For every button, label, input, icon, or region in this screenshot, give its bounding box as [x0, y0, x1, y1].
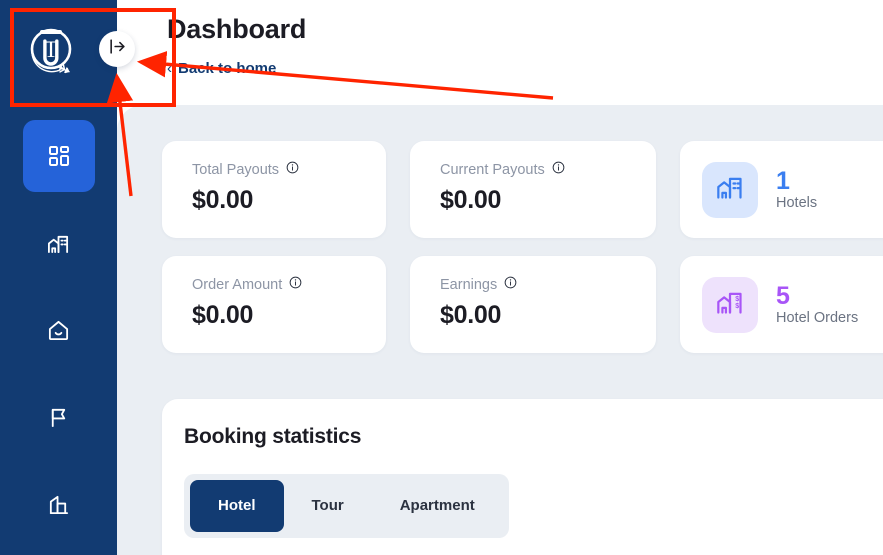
count-label: Hotel Orders — [776, 310, 859, 327]
expand-sidebar-button[interactable] — [99, 31, 135, 67]
travel-t-airplane-logo-icon: T — [30, 28, 72, 73]
dashboard-grid-icon — [47, 144, 71, 168]
count-text: 5 Hotel Orders — [776, 281, 859, 327]
hotel-icon — [716, 173, 744, 206]
count-card-hotels: 1 Hotels — [680, 141, 883, 238]
home-icon — [47, 319, 70, 342]
sidebar-item-apartments[interactable] — [23, 468, 95, 540]
booking-type-tabs: Hotel Tour Apartment — [184, 474, 509, 538]
stat-card-order-amount: Order Amount $0.00 — [162, 256, 386, 353]
stat-label-text: Total Payouts — [192, 161, 280, 178]
tab-hotel[interactable]: Hotel — [190, 480, 284, 532]
chevron-left-icon: ‹ — [167, 60, 172, 77]
stat-label-text: Earnings — [440, 276, 498, 293]
stat-card-earnings: Earnings $0.00 — [410, 256, 656, 353]
svg-text:$: $ — [735, 303, 739, 310]
back-to-home-link[interactable]: ‹ Back to home — [167, 60, 276, 77]
stat-value: $0.00 — [192, 301, 254, 329]
stat-label-text: Order Amount — [192, 276, 283, 293]
stat-value: $0.00 — [192, 186, 254, 214]
tab-apartment[interactable]: Apartment — [372, 480, 503, 532]
count-label: Hotels — [776, 195, 818, 212]
svg-text:$: $ — [735, 296, 739, 303]
stat-value: $0.00 — [440, 301, 502, 329]
sidebar-item-dashboard[interactable] — [22, 120, 95, 192]
stat-label: Total Payouts — [192, 161, 364, 178]
info-icon[interactable] — [289, 276, 302, 293]
stat-value: $0.00 — [440, 186, 502, 214]
count-text: 1 Hotels — [776, 166, 818, 212]
hotel-orders-icon-badge: $ $ — [702, 276, 758, 333]
back-to-home-label: Back to home — [178, 60, 277, 77]
stat-label: Order Amount — [192, 276, 364, 293]
stat-label: Earnings — [440, 276, 634, 293]
page-title: Dashboard — [167, 14, 307, 44]
svg-text:T: T — [44, 37, 58, 62]
count-card-hotel-orders: $ $ 5 Hotel Orders — [680, 256, 883, 353]
tab-tour[interactable]: Tour — [284, 480, 372, 532]
stat-label: Current Payouts — [440, 161, 634, 178]
sidebar-item-tours[interactable] — [23, 381, 95, 453]
sidebar: T — [0, 0, 117, 555]
booking-statistics-title: Booking statistics — [184, 425, 362, 448]
booking-statistics-panel: Booking statistics Hotel Tour Apartment — [162, 399, 883, 555]
hotel-orders-icon: $ $ — [716, 288, 744, 321]
stat-card-current-payouts: Current Payouts $0.00 — [410, 141, 656, 238]
stat-label-text: Current Payouts — [440, 161, 545, 178]
main-content: Total Payouts $0.00 Current Payouts $0.0… — [117, 105, 883, 555]
count-number: 1 — [776, 166, 790, 195]
sidebar-item-hotels[interactable] — [23, 207, 95, 279]
expand-sidebar-icon — [108, 37, 127, 61]
info-icon[interactable] — [286, 161, 299, 178]
info-icon[interactable] — [552, 161, 565, 178]
info-icon[interactable] — [504, 276, 517, 293]
count-number: 5 — [776, 281, 790, 310]
sidebar-nav — [0, 105, 117, 540]
page-header: Dashboard ‹ Back to home — [117, 0, 883, 105]
flag-icon — [47, 406, 70, 429]
hotel-icon-badge — [702, 161, 758, 218]
stat-card-total-payouts: Total Payouts $0.00 — [162, 141, 386, 238]
apartment-icon — [47, 493, 70, 516]
stats-grid: Total Payouts $0.00 Current Payouts $0.0… — [162, 141, 883, 353]
sidebar-item-home[interactable] — [23, 294, 95, 366]
hotel-icon — [47, 232, 70, 255]
